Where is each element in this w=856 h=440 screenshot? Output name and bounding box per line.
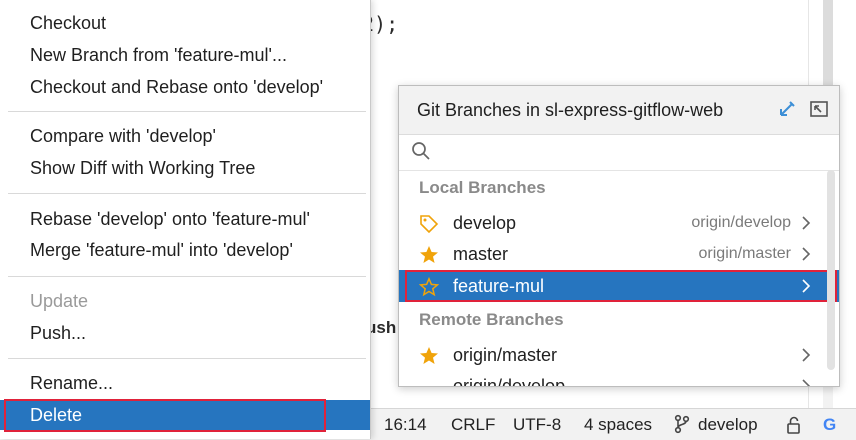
chevron-right-icon — [801, 216, 811, 235]
menu-separator — [8, 358, 366, 359]
git-branches-popup: Git Branches in sl-express-gitflow-web L… — [398, 85, 840, 387]
branch-name: develop — [453, 213, 517, 233]
branch-row-feature-mul[interactable]: feature-mul — [399, 270, 839, 302]
branch-row-master[interactable]: master origin/master — [399, 238, 839, 270]
menu-item-checkout-rebase[interactable]: Checkout and Rebase onto 'develop' — [0, 72, 370, 102]
tracking-branch: origin/master — [698, 245, 791, 262]
menu-separator — [8, 111, 366, 112]
menu-item-rebase[interactable]: Rebase 'develop' onto 'feature-mul' — [0, 204, 370, 234]
chevron-right-icon — [801, 348, 811, 367]
search-input[interactable] — [439, 139, 823, 167]
star-outline-icon — [418, 276, 440, 302]
menu-item-merge[interactable]: Merge 'feature-mul' into 'develop' — [0, 235, 370, 265]
menu-separator — [8, 193, 366, 194]
caret-position[interactable]: 16:14 — [384, 415, 427, 435]
local-branches-header: Local Branches — [419, 178, 546, 197]
menu-item-new-branch[interactable]: New Branch from 'feature-mul'... — [0, 40, 370, 70]
tag-icon — [419, 214, 439, 239]
menu-separator — [8, 276, 366, 277]
lock-open-icon[interactable] — [786, 416, 802, 439]
branch-name: origin/develop — [453, 376, 566, 387]
menu-item-rename[interactable]: Rename... — [0, 368, 370, 398]
branch-row-develop[interactable]: develop origin/develop — [399, 207, 839, 239]
open-window-icon[interactable] — [809, 99, 829, 124]
menu-item-update: Update — [30, 291, 89, 311]
branch-context-menu: Checkout New Branch from 'feature-mul'..… — [0, 0, 371, 439]
file-encoding[interactable]: UTF-8 — [513, 415, 561, 435]
branch-search — [399, 135, 839, 171]
chevron-right-icon — [801, 379, 811, 386]
branch-row-origin-master[interactable]: origin/master — [399, 339, 839, 371]
star-filled-icon — [419, 245, 439, 270]
popup-scrollbar[interactable] — [827, 170, 835, 370]
branch-name: master — [453, 244, 509, 264]
menu-item-delete[interactable]: Delete — [0, 400, 370, 430]
menu-item-checkout[interactable]: Checkout — [0, 8, 370, 38]
tracking-branch: origin/develop — [691, 214, 791, 231]
remote-branches-header: Remote Branches — [419, 310, 564, 329]
menu-item-show-diff[interactable]: Show Diff with Working Tree — [0, 153, 370, 183]
current-branch[interactable]: develop — [698, 415, 758, 435]
chevron-right-icon — [801, 247, 811, 266]
editor-scrollbar-thumb[interactable] — [823, 0, 833, 90]
popup-header: Git Branches in sl-express-gitflow-web — [399, 86, 839, 135]
google-icon[interactable]: G — [823, 415, 836, 435]
search-icon — [411, 141, 431, 166]
menu-item-compare[interactable]: Compare with 'develop' — [0, 121, 370, 151]
git-branch-icon — [674, 414, 690, 439]
star-filled-icon — [419, 346, 439, 371]
chevron-right-icon — [801, 279, 811, 298]
indent-setting[interactable]: 4 spaces — [584, 415, 652, 435]
branch-row-origin-develop[interactable]: origin/develop — [399, 370, 839, 387]
new-branch-icon[interactable] — [777, 99, 797, 124]
menu-item-push[interactable]: Push... — [0, 318, 370, 348]
branch-name: origin/master — [453, 345, 558, 365]
popup-title: Git Branches in sl-express-gitflow-web — [417, 100, 724, 120]
line-separator[interactable]: CRLF — [451, 415, 495, 435]
branch-name: feature-mul — [453, 276, 545, 296]
